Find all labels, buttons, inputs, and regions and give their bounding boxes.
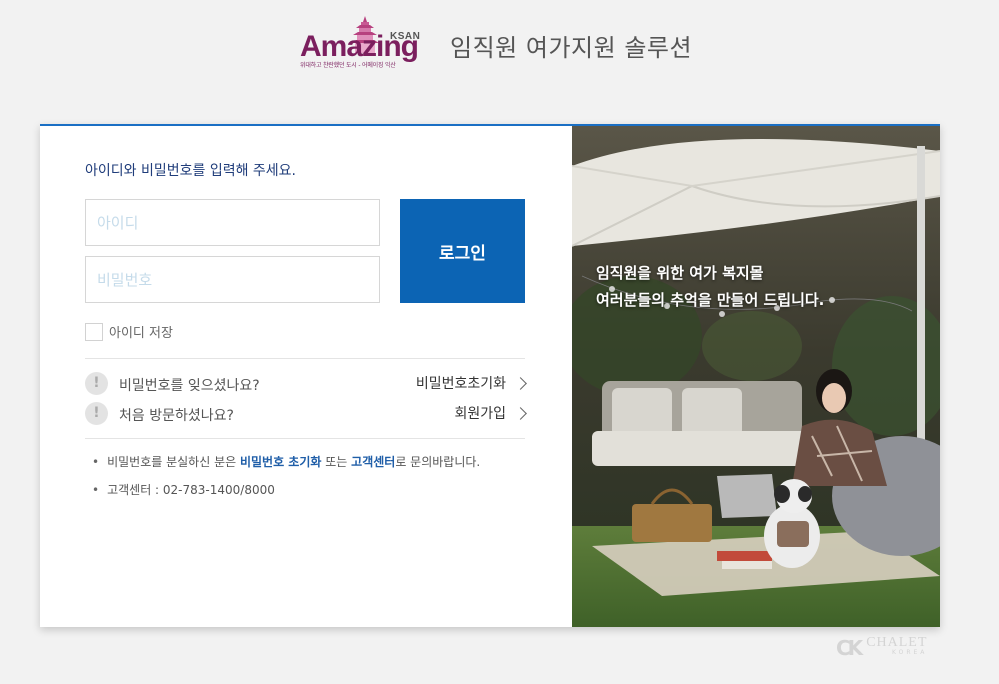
divider: [85, 438, 525, 439]
promo-text: 임직원을 위한 여가 복지몰 여러분들의 추억을 만들어 드립니다.: [596, 260, 824, 314]
forgot-password-row: ! 비밀번호를 잊으셨나요? 비밀번호초기화: [85, 372, 527, 396]
chevron-right-icon: [514, 376, 527, 390]
promo-line-1: 임직원을 위한 여가 복지몰: [596, 264, 764, 282]
login-intro-text: 아이디와 비밀번호를 입력해 주세요.: [85, 163, 296, 179]
remember-id-label: 아이디 저장: [109, 326, 173, 341]
note-text: 또는: [321, 455, 352, 469]
remember-id[interactable]: 아이디 저장: [85, 322, 173, 341]
note-text: 비밀번호를 분실하신 분은: [107, 455, 240, 469]
signup-label: 회원가입: [454, 406, 506, 422]
forgot-password-question: 비밀번호를 잊으셨나요?: [119, 378, 260, 394]
password-input[interactable]: [85, 256, 380, 303]
chalet-logo-icon: CK: [836, 636, 863, 660]
amazing-iksan-logo[interactable]: Amazing KSAN 위대하고 찬란했던 도시 - 어메이징 익산: [298, 16, 430, 72]
watermark-main: CHALET: [866, 635, 928, 650]
page-header: Amazing KSAN 위대하고 찬란했던 도시 - 어메이징 익산 임직원 …: [0, 0, 999, 90]
remember-id-checkbox[interactable]: [85, 322, 103, 341]
login-panel: 아이디와 비밀번호를 입력해 주세요. 로그인 아이디 저장 ! 비밀번호를 잊…: [40, 124, 940, 627]
id-input[interactable]: [85, 199, 380, 246]
first-visit-question: 처음 방문하셨나요?: [119, 408, 234, 424]
note-text: 로 문의바랍니다.: [395, 455, 481, 469]
note-reset-password-link[interactable]: 비밀번호 초기화: [240, 455, 321, 469]
reset-password-label: 비밀번호초기화: [415, 376, 506, 392]
signup-link[interactable]: 회원가입: [454, 403, 527, 423]
exclamation-icon: !: [85, 402, 108, 425]
logo-tagline: 위대하고 찬란했던 도시 - 어메이징 익산: [300, 62, 396, 69]
notice-lost-password: 비밀번호를 분실하신 분은 비밀번호 초기화 또는 고객센터로 문의바랍니다.: [92, 453, 480, 470]
exclamation-icon: !: [85, 372, 108, 395]
watermark-sub: KOREA: [892, 649, 928, 656]
note-customer-center-link[interactable]: 고객센터: [351, 455, 395, 469]
page-title: 임직원 여가지원 솔루션: [450, 34, 693, 62]
reset-password-link[interactable]: 비밀번호초기화: [415, 373, 527, 393]
notice-customer-center: 고객센터 : 02-783-1400/8000: [92, 481, 275, 498]
divider: [85, 358, 525, 359]
login-button[interactable]: 로그인: [400, 199, 525, 303]
promo-line-2: 여러분들의 추억을 만들어 드립니다.: [596, 291, 825, 309]
login-form: 아이디와 비밀번호를 입력해 주세요. 로그인 아이디 저장 ! 비밀번호를 잊…: [40, 126, 572, 627]
first-visit-row: ! 처음 방문하셨나요? 회원가입: [85, 402, 527, 426]
chalet-watermark: CK CHALET KOREA: [836, 635, 928, 661]
chevron-right-icon: [514, 406, 527, 420]
patio-photo: [572, 126, 940, 627]
promo-image: 임직원을 위한 여가 복지몰 여러분들의 추억을 만들어 드립니다.: [572, 126, 940, 627]
logo-ksan: KSAN: [390, 31, 421, 42]
